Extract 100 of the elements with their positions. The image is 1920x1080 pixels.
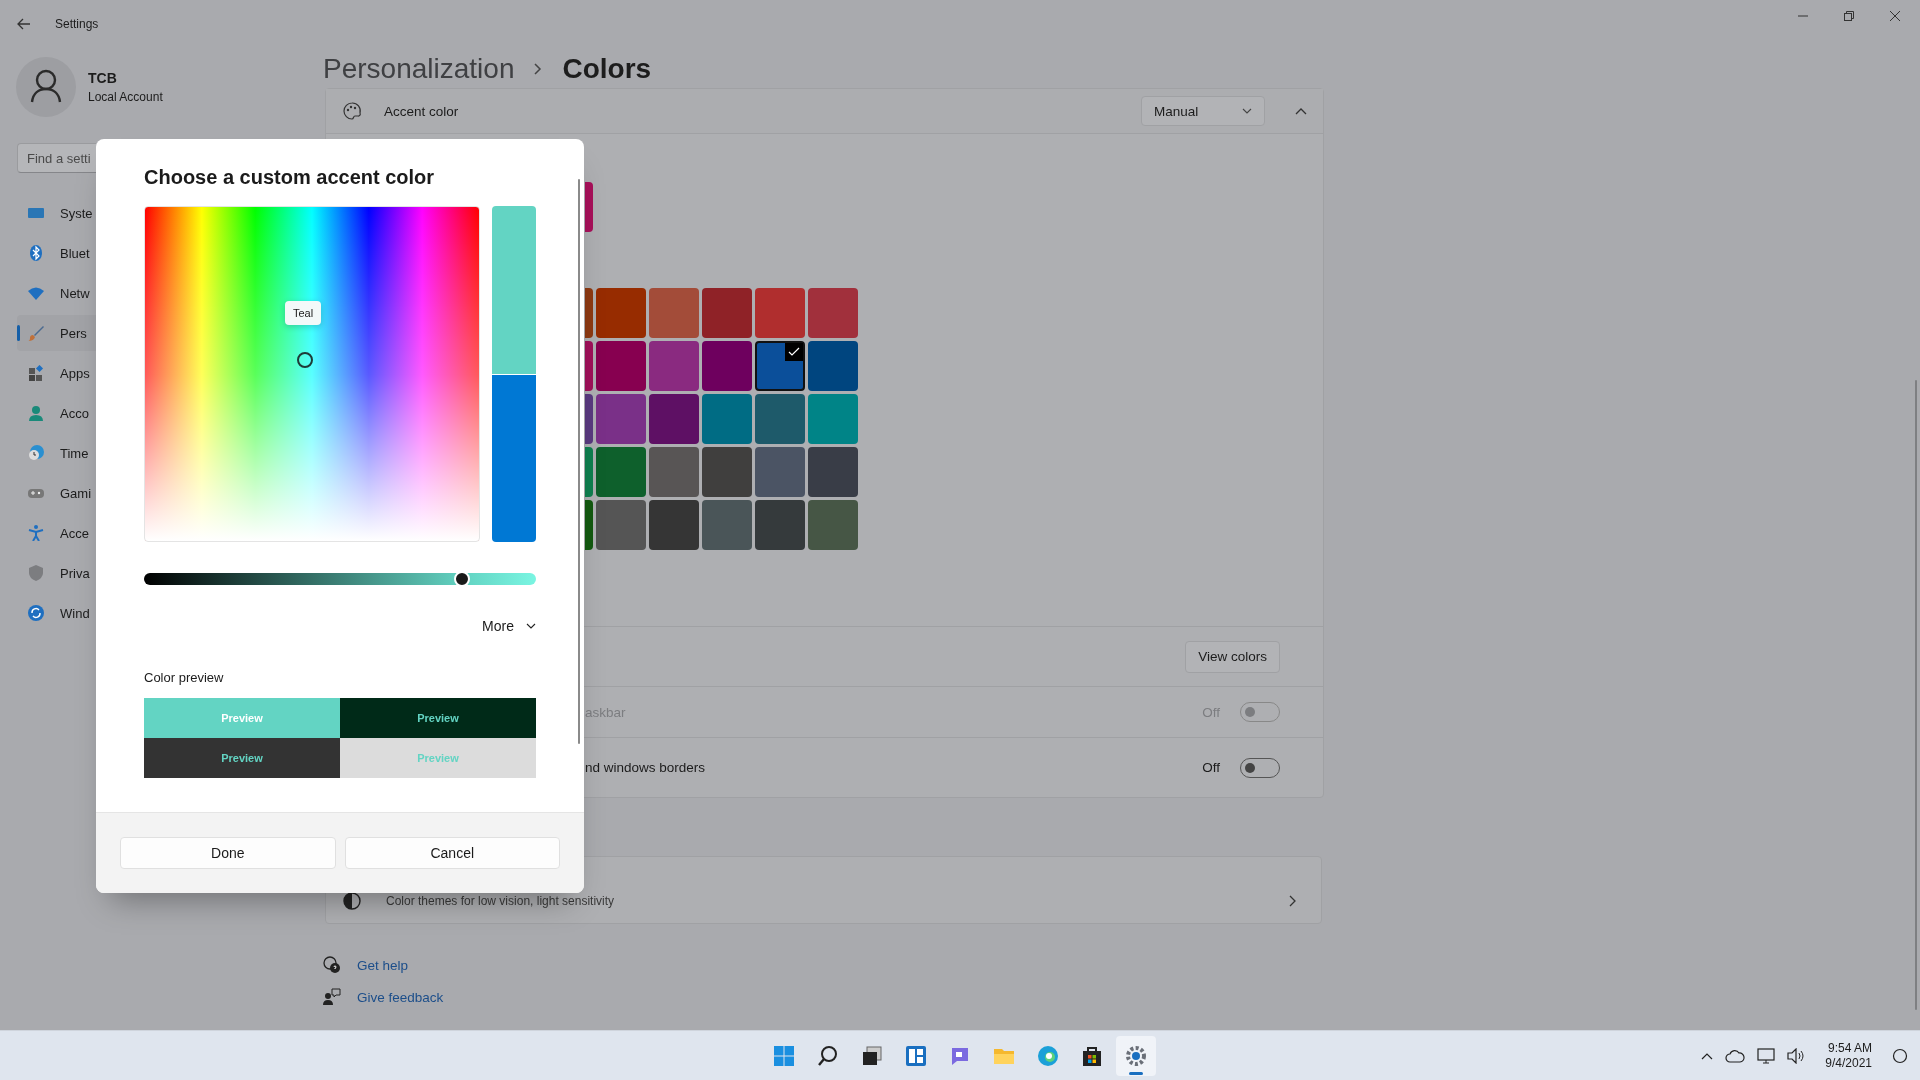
color-swatch[interactable] [596, 447, 646, 497]
nav-item[interactable]: Bluet [17, 235, 96, 271]
color-swatch[interactable] [649, 447, 699, 497]
color-swatch[interactable] [702, 500, 752, 550]
color-swatch[interactable] [596, 341, 646, 391]
speaker-icon[interactable] [1787, 1048, 1806, 1064]
chevron-down-icon [526, 623, 536, 629]
help-link[interactable]: Give feedback [357, 989, 444, 1005]
color-swatch[interactable] [702, 394, 752, 444]
update-icon [28, 605, 44, 621]
color-swatch[interactable] [649, 500, 699, 550]
nav-item[interactable]: Syste [17, 195, 96, 231]
nav-item[interactable]: Acco [17, 395, 96, 431]
preview-tile: Preview [144, 698, 340, 738]
color-swatch[interactable] [649, 288, 699, 338]
start-icon [772, 1043, 796, 1068]
help-link[interactable]: Get help [357, 957, 409, 973]
gear-icon [1124, 1043, 1148, 1068]
apps-icon [28, 365, 44, 381]
toggle-state: Off [1202, 760, 1220, 775]
color-swatch[interactable] [702, 341, 752, 391]
color-swatch[interactable] [585, 500, 593, 550]
avatar-icon [16, 57, 76, 117]
nav-item[interactable]: Gami [17, 475, 96, 511]
color-swatch[interactable] [808, 500, 858, 550]
close-icon[interactable] [1890, 11, 1900, 21]
color-swatch[interactable] [585, 288, 593, 338]
mode-dropdown[interactable]: Manual [1141, 96, 1265, 126]
account-type: Local Account [88, 90, 163, 104]
nav-item[interactable]: Netw [17, 275, 96, 311]
view-colors-button[interactable]: View colors [1185, 640, 1280, 673]
color-swatch[interactable] [755, 447, 805, 497]
notification-icon[interactable] [1892, 1048, 1908, 1064]
collapse-icon[interactable] [1295, 107, 1307, 115]
contrast-icon [342, 891, 362, 911]
color-swatch[interactable] [702, 288, 752, 338]
picker-handle[interactable] [297, 352, 313, 368]
color-swatch[interactable] [585, 341, 593, 391]
restore-icon[interactable] [1844, 11, 1854, 21]
chevron-right-icon [1289, 895, 1297, 907]
setting-label: nd windows borders [585, 760, 706, 775]
nav-item[interactable]: Priva [17, 555, 96, 591]
nav-item[interactable]: Pers [17, 315, 96, 351]
color-swatch[interactable] [755, 288, 805, 338]
widgets-icon [904, 1043, 928, 1068]
palette-icon [342, 101, 362, 121]
chevron-up-icon[interactable] [1701, 1052, 1714, 1060]
color-swatch[interactable] [808, 447, 858, 497]
color-swatch[interactable] [596, 394, 646, 444]
nav-item[interactable]: Apps [17, 355, 96, 391]
breadcrumb-parent[interactable]: Personalization [323, 53, 515, 85]
monitor-icon [28, 205, 44, 221]
chevron-down-icon [1242, 108, 1252, 114]
slider-thumb[interactable] [453, 571, 470, 587]
user-name: TCB [88, 70, 118, 86]
dialog-title: Choose a custom accent color [144, 166, 436, 189]
globe-icon [28, 445, 44, 461]
color-tooltip: Teal [285, 301, 322, 325]
cloud-icon[interactable] [1725, 1049, 1746, 1063]
color-spectrum[interactable]: Teal [144, 206, 480, 542]
clock-date[interactable]: 9/4/2021 [1825, 1056, 1872, 1071]
color-swatch[interactable] [585, 447, 593, 497]
scrollbar[interactable] [578, 179, 580, 744]
brightness-slider[interactable] [144, 573, 536, 585]
color-swatch[interactable] [649, 394, 699, 444]
color-swatch[interactable] [808, 394, 858, 444]
color-swatch[interactable] [808, 341, 858, 391]
search-field[interactable]: Find a setti [17, 143, 96, 173]
done-button[interactable]: Done [120, 837, 336, 869]
taskview-icon [860, 1043, 884, 1068]
nav-item[interactable]: Time [17, 435, 96, 471]
color-swatch[interactable] [585, 182, 593, 232]
color-swatch[interactable] [755, 500, 805, 550]
nav-item[interactable]: Acce [17, 515, 96, 551]
color-swatch[interactable] [649, 341, 699, 391]
color-swatch[interactable] [596, 288, 646, 338]
back-icon[interactable] [17, 18, 31, 30]
monitor-icon[interactable] [1757, 1048, 1776, 1064]
chevron-right-icon [534, 63, 543, 75]
nav-item[interactable]: Wind [17, 595, 96, 631]
card-description: Color themes for low vision, light sensitivity [386, 894, 616, 908]
color-swatch[interactable] [755, 341, 805, 391]
access-icon [28, 525, 44, 541]
edge-icon [1036, 1043, 1060, 1068]
color-swatch[interactable] [585, 394, 593, 444]
taskbar-gear-button[interactable] [1116, 1035, 1156, 1076]
page-title: Colors [562, 53, 652, 85]
color-swatch[interactable] [808, 288, 858, 338]
cancel-button[interactable]: Cancel [344, 837, 560, 869]
section-label: Color preview [144, 670, 225, 685]
help-icon [323, 956, 341, 974]
feedback-icon [323, 988, 341, 1006]
preview-tile: Preview [144, 738, 340, 778]
clock-time[interactable]: 9:54 AM [1827, 1041, 1872, 1056]
search-icon [816, 1043, 840, 1068]
color-swatch[interactable] [702, 447, 752, 497]
color-swatch[interactable] [596, 500, 646, 550]
scrollbar[interactable] [1915, 380, 1917, 1010]
more-button[interactable]: More [482, 618, 536, 634]
color-swatch[interactable] [755, 394, 805, 444]
